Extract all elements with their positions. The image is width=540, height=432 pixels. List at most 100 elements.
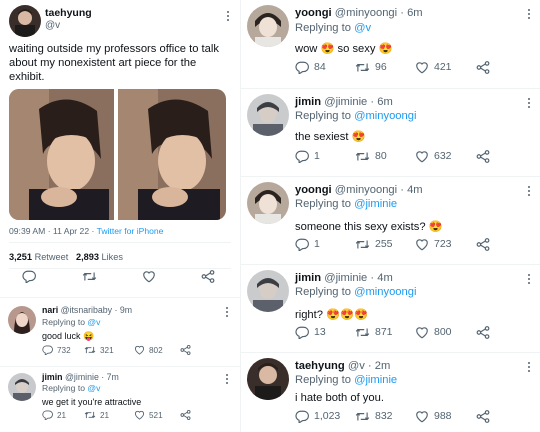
display-name[interactable]: nari [42,305,58,315]
heart-icon[interactable]: 421 [415,61,475,74]
reply-icon[interactable]: 1 [295,238,353,251]
reply-target-link[interactable]: @v [87,317,100,327]
avatar[interactable] [8,373,36,401]
share-icon[interactable] [476,237,490,251]
heart-icon[interactable]: 988 [415,410,475,423]
reply-text: someone this sexy exists? 😍 [295,221,443,233]
more-icon[interactable] [222,373,232,387]
retweet-icon[interactable]: 832 [355,410,415,423]
display-name[interactable]: yoongi [295,184,332,196]
more-icon[interactable] [524,361,534,375]
reply-icon[interactable] [22,270,36,283]
more-icon[interactable] [524,273,534,287]
display-name[interactable]: taehyung [45,7,92,19]
retweet-icon[interactable]: 96 [355,61,415,74]
reply-icon[interactable]: 84 [295,61,353,74]
replying-to-label: Replying to [295,198,355,210]
avatar[interactable] [247,5,289,47]
avatar[interactable] [247,358,289,400]
like-count[interactable]: 2,893 [76,252,99,262]
like-count: 800 [434,326,452,338]
handle[interactable]: @jiminie · 7m [65,372,119,382]
heart-icon[interactable] [142,270,156,283]
handle[interactable]: @v [45,20,60,31]
handle[interactable]: @jiminie · 6m [324,96,393,108]
retweet-icon[interactable]: 255 [355,238,415,251]
like-label[interactable]: Likes [102,252,123,262]
avatar[interactable] [8,306,36,334]
like-count: 632 [434,150,452,162]
retweet-icon[interactable]: 871 [355,326,415,339]
divider [0,297,240,298]
retweet-icon[interactable] [82,270,97,283]
display-name[interactable]: taehyung [295,360,345,372]
reply-icon[interactable]: 13 [295,326,353,339]
tweet-source-link[interactable]: Twitter for iPhone [97,226,164,236]
tweet-stats: 3,251 Retweet 2,893 Likes [9,252,123,262]
divider [241,352,540,353]
tweet-text: waiting outside my professors office to … [9,43,219,83]
display-name[interactable]: yoongi [295,7,332,19]
reply-target-link[interactable]: @jiminie [354,198,397,210]
replying-to-label: Replying to [295,374,355,386]
reply-icon[interactable]: 1,023 [295,410,353,423]
more-icon[interactable] [222,306,232,320]
more-icon[interactable] [223,10,233,24]
handle[interactable]: @v · 2m [348,360,390,372]
tweet-photo-2[interactable] [118,89,226,220]
handle[interactable]: @jiminie · 4m [324,272,393,284]
replying-to-label: Replying to [295,22,355,34]
display-name[interactable]: jimin [295,272,321,284]
avatar[interactable] [247,94,289,136]
reply-target-link[interactable]: @minyoongi [354,286,416,298]
more-icon[interactable] [524,185,534,199]
retweet-count[interactable]: 3,251 [9,252,32,262]
avatar[interactable] [247,270,289,312]
reply-target-link[interactable]: @minyoongi [354,110,416,122]
reply-icon[interactable]: 1 [295,150,353,163]
share-icon[interactable] [201,269,215,283]
reply-icon[interactable]: 21 [42,410,82,420]
retweet-count: 255 [375,238,393,250]
retweet-icon[interactable]: 321 [84,345,124,355]
heart-icon[interactable]: 800 [415,326,475,339]
retweet-icon[interactable]: 21 [84,410,124,420]
retweet-icon[interactable]: 80 [355,150,415,163]
tweet-photo-1[interactable] [9,89,114,220]
reply-count: 84 [314,61,326,73]
divider [241,176,540,177]
share-icon[interactable] [476,149,490,163]
like-count: 421 [434,61,452,73]
share-icon[interactable] [476,325,490,339]
heart-icon[interactable]: 802 [134,345,174,355]
divider [9,242,231,243]
share-icon[interactable] [476,60,490,74]
more-icon[interactable] [524,97,534,111]
reply-text: wow 😍 so sexy 😍 [295,43,393,55]
retweet-count: 80 [375,150,387,162]
avatar[interactable] [9,5,41,37]
heart-icon[interactable]: 632 [415,150,475,163]
more-icon[interactable] [524,8,534,22]
display-name[interactable]: jimin [42,372,63,382]
divider [9,268,231,269]
avatar[interactable] [247,182,289,224]
reply-target-link[interactable]: @v [354,22,371,34]
share-icon[interactable] [476,409,490,423]
heart-icon[interactable]: 521 [134,410,174,420]
handle[interactable]: @itsnaribaby · 9m [61,305,133,315]
reply-count: 13 [314,326,326,338]
like-count: 723 [434,238,452,250]
replying-to-label: Replying to [42,317,88,327]
handle[interactable]: @minyoongi · 6m [335,7,423,19]
handle[interactable]: @minyoongi · 4m [335,184,423,196]
reply-target-link[interactable]: @v [87,383,100,393]
like-count: 988 [434,410,452,422]
share-icon[interactable] [180,410,191,420]
reply-target-link[interactable]: @jiminie [354,374,397,386]
display-name[interactable]: jimin [295,96,321,108]
share-icon[interactable] [180,345,191,355]
heart-icon[interactable]: 723 [415,238,475,251]
reply-icon[interactable]: 732 [42,345,82,355]
retweet-label[interactable]: Retweet [35,252,69,262]
